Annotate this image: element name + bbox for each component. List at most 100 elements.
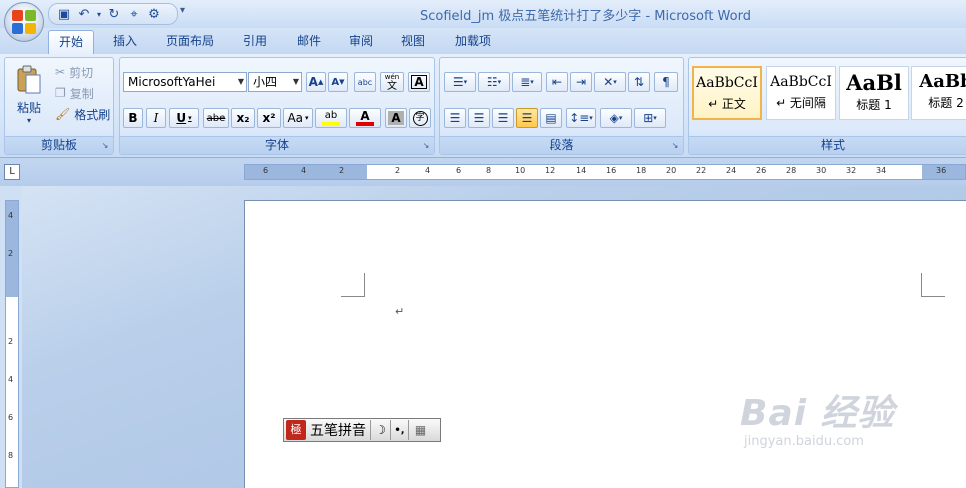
style-heading-1[interactable]: AaBl 标题 1 [839,66,909,120]
ruler-label: 30 [816,166,827,175]
format-painter-button[interactable]: 🖌 格式刷 [55,104,110,124]
chevron-down-icon: ▼ [292,77,299,86]
distributed-icon: ▤ [545,111,557,125]
clipboard-launcher-icon[interactable]: ↘ [100,141,110,151]
copy-label: 复制 [69,86,94,101]
bold-button[interactable]: B [123,108,143,128]
borders-icon: ⊞ [643,111,654,125]
tab-review[interactable]: 审阅 [340,30,382,54]
soft-keyboard-icon[interactable]: ▦ [408,420,432,440]
paste-button[interactable]: 粘贴 ▾ [9,60,49,130]
justify-button[interactable]: ☰ [516,108,538,128]
punctuation-icon[interactable]: •, [390,420,408,440]
chinese-layout-button[interactable]: ✕ ▾ [594,72,626,92]
ime-logo-icon[interactable]: 極 [286,420,306,440]
ruler-label: 28 [786,166,797,175]
paragraph-mark[interactable]: ↵ [395,305,404,318]
tab-insert[interactable]: 插入 [104,30,146,54]
shading-button[interactable]: ◈ ▾ [600,108,632,128]
vertical-ruler[interactable]: 4 2 2 4 6 8 [5,200,19,488]
character-border-button[interactable]: A [408,72,430,92]
borders-button[interactable]: ⊞ ▾ [634,108,666,128]
underline-button[interactable]: U ▾ [169,108,199,128]
tab-page-layout[interactable]: 页面布局 [158,30,222,54]
tab-mailings[interactable]: 邮件 [288,30,330,54]
ime-status-bar[interactable]: 極 五笔拼音 ☽ •, ▦ [283,418,441,442]
window-title: Scofield_jm 极点五笔统计打了多少字 - Microsoft Word [420,9,751,24]
font-family-combo[interactable]: MicrosoftYaHei ▼ [123,72,247,92]
customize-icon[interactable]: ⚙ [145,5,163,23]
font-launcher-icon[interactable]: ↘ [421,141,431,151]
style-sample: AaBbCcI [696,75,758,91]
save-icon[interactable]: ▣ [55,5,73,23]
numbering-button[interactable]: ☷ ▾ [478,72,510,92]
ruler-label: 8 [8,451,14,460]
paragraph-launcher-icon[interactable]: ↘ [670,141,680,151]
show-marks-button[interactable]: ¶ [654,72,678,92]
redo-icon[interactable]: ↻ [105,5,123,23]
shrink-font-button[interactable]: A ▼ [328,72,348,92]
subscript-button[interactable]: x₂ [231,108,255,128]
ime-mode-label[interactable]: 五笔拼音 [310,420,366,440]
font-color-button[interactable]: A [349,108,381,128]
undo-dropdown-icon[interactable]: ▾ [95,5,103,23]
increase-indent-button[interactable]: ⇥ [570,72,592,92]
enclose-characters-button[interactable]: 字 [409,108,431,128]
bullet-list-icon: ☰ [452,75,464,89]
cut-label: 剪切 [69,65,94,80]
line-spacing-icon: ↕≡ [569,111,590,125]
change-case-icon: Aa [287,111,304,125]
character-shading-button[interactable]: A [385,108,407,128]
ruler-label: 10 [515,166,526,175]
ruler-label: 20 [666,166,677,175]
line-spacing-button[interactable]: ↕≡ ▾ [566,108,596,128]
style-sample: AaBl [846,70,902,95]
ruler-label: 6 [456,166,462,175]
style-normal[interactable]: AaBbCcI ↵ 正文 [692,66,762,120]
ruler-label: 2 [8,249,14,258]
tab-home[interactable]: 开始 [48,30,94,54]
align-left-button[interactable]: ☰ [444,108,466,128]
paste-dropdown-icon[interactable]: ▾ [27,116,31,125]
bullets-button[interactable]: ☰ ▾ [444,72,476,92]
cut-button[interactable]: ✂ 剪切 [55,62,93,82]
paragraph-group-label: 段落 [440,136,683,154]
half-full-width-icon[interactable]: ☽ [370,420,390,440]
ruler-label: 6 [263,166,269,175]
clipboard-group: 粘贴 ▾ ✂ 剪切 ❐ 复制 🖌 格式刷 剪贴板 ↘ [4,57,114,155]
multilevel-list-button[interactable]: ≣ ▾ [512,72,542,92]
justify-icon: ☰ [521,111,533,125]
phonetic-guide-button[interactable]: wén 文 [380,72,404,92]
format-painter-icon[interactable]: ⌖ [125,5,143,23]
distributed-button[interactable]: ▤ [540,108,562,128]
tab-references[interactable]: 引用 [234,30,276,54]
undo-icon[interactable]: ↶ [75,5,93,23]
office-button[interactable] [4,2,44,42]
superscript-button[interactable]: x² [257,108,281,128]
tab-stop-selector[interactable]: L [4,164,20,180]
clear-formatting-button[interactable]: abc [354,72,376,92]
tab-view[interactable]: 视图 [392,30,434,54]
style-name: 标题 2 [928,96,964,110]
qat-customize-dropdown-icon[interactable]: ▾ [180,5,185,16]
grow-font-button[interactable]: A ▲ [306,72,326,92]
style-heading-2[interactable]: AaBb 标题 2 [911,66,966,120]
align-right-button[interactable]: ☰ [492,108,514,128]
align-center-button[interactable]: ☰ [468,108,490,128]
horizontal-ruler[interactable]: 6 4 2 2 4 6 8 10 12 14 16 18 20 22 24 26… [244,164,966,180]
character-border-icon: A [411,75,427,89]
decrease-indent-button[interactable]: ⇤ [546,72,568,92]
sort-button[interactable]: ⇅ [628,72,650,92]
increase-indent-icon: ⇥ [575,75,587,89]
ruler-label: 8 [486,166,492,175]
highlight-color-swatch [322,122,340,126]
highlight-button[interactable]: ab [315,108,347,128]
style-no-spacing[interactable]: AaBbCcI ↵ 无间隔 [766,66,836,120]
chevron-down-icon: ▼ [237,77,244,86]
copy-button[interactable]: ❐ 复制 [55,83,94,103]
strikethrough-button[interactable]: abe [203,108,229,128]
font-size-combo[interactable]: 小四 ▼ [248,72,302,92]
change-case-button[interactable]: Aa ▾ [283,108,313,128]
tab-add-ins[interactable]: 加载项 [446,30,500,54]
italic-button[interactable]: I [146,108,166,128]
